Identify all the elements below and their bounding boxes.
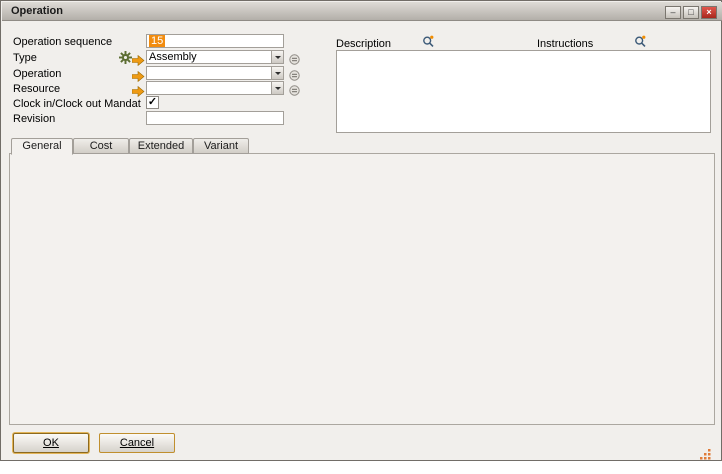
cancel-button[interactable]: Cancel: [99, 433, 175, 453]
operation-sequence-label: Operation sequence: [13, 35, 112, 49]
revision-input[interactable]: [146, 111, 284, 125]
description-label: Description: [336, 37, 391, 51]
type-dropdown[interactable]: Assembly: [146, 50, 284, 64]
minimize-icon: –: [670, 7, 675, 17]
gear-icon[interactable]: [119, 51, 132, 69]
operation-dropdown[interactable]: [146, 66, 284, 80]
selected-text: 15: [149, 35, 165, 47]
operation-label: Operation: [13, 67, 61, 81]
tab-variant[interactable]: Variant: [193, 138, 249, 154]
tab-general[interactable]: General: [11, 138, 73, 155]
tab-label: Extended: [138, 140, 184, 152]
chevron-down-icon[interactable]: [271, 82, 283, 94]
tab-label: Variant: [204, 140, 238, 152]
resource-label: Resource: [13, 82, 60, 96]
minimize-button[interactable]: –: [665, 6, 681, 19]
resize-grip-icon[interactable]: [699, 447, 711, 465]
titlebar[interactable]: Operation – □ ×: [2, 2, 722, 21]
type-label: Type: [13, 51, 37, 65]
chevron-down-icon[interactable]: [271, 67, 283, 79]
instructions-label: Instructions: [537, 37, 593, 51]
clock-mandatory-checkbox[interactable]: ✓: [146, 96, 159, 109]
window-title: Operation: [11, 5, 63, 17]
choose-from-list-icon[interactable]: [289, 83, 300, 101]
clock-mandatory-label: Clock in/Clock out Mandat: [13, 97, 141, 111]
checkmark-icon: ✓: [148, 96, 157, 108]
chevron-down-icon[interactable]: [271, 51, 283, 63]
cancel-button-label: Cancel: [120, 437, 154, 449]
operation-dialog: Operation – □ × Operation sequence 15 Ty…: [0, 0, 722, 474]
operation-sequence-input[interactable]: 15: [146, 34, 284, 48]
type-value: Assembly: [149, 51, 197, 63]
ok-button[interactable]: OK: [13, 433, 89, 453]
revision-label: Revision: [13, 112, 55, 126]
close-icon: ×: [706, 7, 711, 17]
tab-extended[interactable]: Extended: [129, 138, 193, 154]
general-tab-panel: [9, 153, 715, 425]
maximize-icon: □: [688, 7, 693, 17]
tab-label: General: [22, 140, 61, 152]
close-button[interactable]: ×: [701, 6, 717, 19]
dialog-frame: Operation – □ × Operation sequence 15 Ty…: [0, 0, 722, 461]
description-instructions-textarea[interactable]: [336, 50, 711, 133]
resource-dropdown[interactable]: [146, 81, 284, 95]
tab-cost[interactable]: Cost: [73, 138, 129, 154]
ok-button-label: OK: [43, 437, 59, 449]
maximize-button[interactable]: □: [683, 6, 699, 19]
tab-label: Cost: [90, 140, 113, 152]
